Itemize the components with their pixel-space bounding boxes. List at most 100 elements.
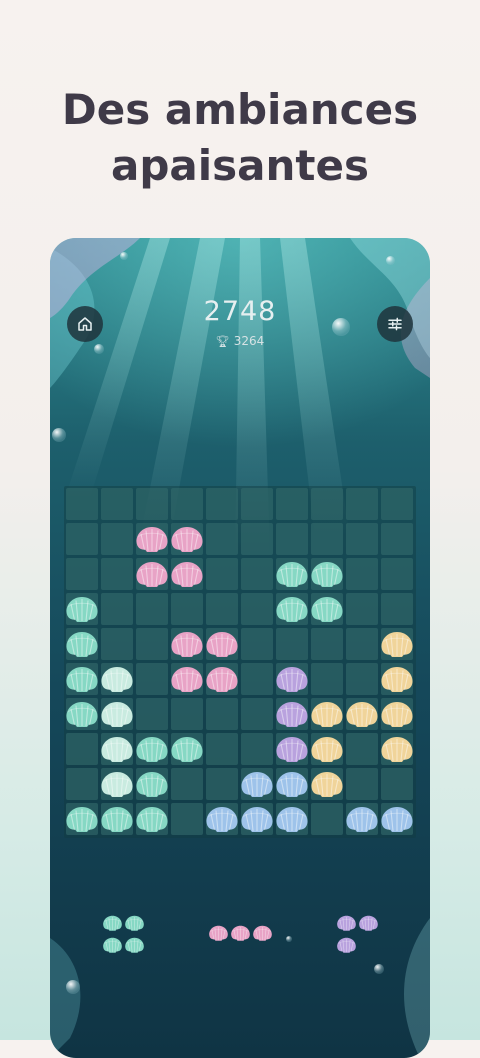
board-cell[interactable] bbox=[380, 767, 413, 800]
teal-shell-block bbox=[310, 594, 344, 624]
board-cell[interactable] bbox=[100, 522, 133, 555]
board-cell[interactable] bbox=[100, 557, 133, 590]
board-cell[interactable] bbox=[170, 592, 203, 625]
current-score: 2748 bbox=[203, 296, 277, 327]
teal-shell-block bbox=[135, 804, 169, 834]
board-cell[interactable] bbox=[170, 767, 203, 800]
pink-shell-block bbox=[252, 924, 273, 942]
board-cell[interactable] bbox=[65, 487, 98, 520]
best-score-value: 3264 bbox=[233, 334, 265, 348]
board-cell[interactable] bbox=[310, 487, 343, 520]
board-cell[interactable] bbox=[65, 522, 98, 555]
board-cell[interactable] bbox=[310, 627, 343, 660]
board-cell[interactable] bbox=[275, 487, 308, 520]
teal-shell-block bbox=[102, 914, 123, 932]
game-screen: 2748 🏆︎ 3264 bbox=[50, 238, 430, 1058]
board-cell[interactable] bbox=[345, 592, 378, 625]
bubble-decoration bbox=[52, 428, 66, 442]
headline-line-2: apaisantes bbox=[111, 141, 369, 190]
game-board[interactable] bbox=[64, 486, 416, 838]
yellow-shell-block bbox=[380, 664, 414, 694]
board-cell[interactable] bbox=[345, 487, 378, 520]
board-cell[interactable] bbox=[170, 697, 203, 730]
pink-shell-block bbox=[170, 524, 204, 554]
board-cell[interactable] bbox=[65, 767, 98, 800]
trophy-icon: 🏆︎ bbox=[215, 335, 230, 348]
board-cell[interactable] bbox=[345, 627, 378, 660]
board-cell[interactable] bbox=[240, 662, 273, 695]
board-cell[interactable] bbox=[275, 627, 308, 660]
headline-line-1: Des ambiances bbox=[61, 85, 419, 134]
bubble-decoration bbox=[120, 252, 128, 260]
board-cell[interactable] bbox=[170, 487, 203, 520]
pink-shell-block bbox=[170, 559, 204, 589]
board-cell[interactable] bbox=[205, 732, 238, 765]
lavender-shell-block bbox=[275, 734, 309, 764]
lavender-shell-block bbox=[336, 914, 357, 932]
teal-shell-block bbox=[135, 769, 169, 799]
teal-shell-block bbox=[65, 629, 99, 659]
board-cell[interactable] bbox=[310, 522, 343, 555]
teal-shell-block bbox=[65, 804, 99, 834]
pink-shell-block bbox=[230, 924, 251, 942]
teal-shell-block bbox=[65, 594, 99, 624]
board-cell[interactable] bbox=[65, 732, 98, 765]
mint-shell-block bbox=[100, 664, 134, 694]
board-cell[interactable] bbox=[135, 697, 168, 730]
board-cell[interactable] bbox=[240, 522, 273, 555]
board-cell[interactable] bbox=[135, 627, 168, 660]
board-cell[interactable] bbox=[240, 732, 273, 765]
teal-shell-block bbox=[100, 804, 134, 834]
mint-shell-block bbox=[100, 734, 134, 764]
board-cell[interactable] bbox=[380, 522, 413, 555]
board-cell[interactable] bbox=[240, 592, 273, 625]
board-cell[interactable] bbox=[205, 767, 238, 800]
pink-shell-block bbox=[205, 664, 239, 694]
teal-shell-block bbox=[102, 936, 123, 954]
board-cell[interactable] bbox=[100, 627, 133, 660]
board-cell[interactable] bbox=[205, 522, 238, 555]
pink-shell-block bbox=[135, 524, 169, 554]
board-cell[interactable] bbox=[310, 662, 343, 695]
board-cell[interactable] bbox=[380, 592, 413, 625]
settings-sliders-icon bbox=[388, 317, 402, 331]
board-cell[interactable] bbox=[205, 487, 238, 520]
settings-button[interactable] bbox=[377, 306, 413, 342]
board-cell[interactable] bbox=[345, 767, 378, 800]
pink-shell-block bbox=[205, 629, 239, 659]
board-cell[interactable] bbox=[345, 557, 378, 590]
board-cell[interactable] bbox=[345, 522, 378, 555]
board-cell[interactable] bbox=[65, 557, 98, 590]
board-cell[interactable] bbox=[240, 487, 273, 520]
teal-shell-block bbox=[275, 559, 309, 589]
board-cell[interactable] bbox=[310, 802, 343, 835]
yellow-shell-block bbox=[380, 629, 414, 659]
board-cell[interactable] bbox=[205, 592, 238, 625]
board-cell[interactable] bbox=[345, 662, 378, 695]
bubble-decoration bbox=[286, 936, 292, 942]
board-cell[interactable] bbox=[240, 557, 273, 590]
bubble-decoration bbox=[386, 256, 395, 265]
lavender-shell-block bbox=[275, 699, 309, 729]
teal-shell-block bbox=[124, 936, 145, 954]
board-cell[interactable] bbox=[100, 487, 133, 520]
board-cell[interactable] bbox=[380, 487, 413, 520]
board-cell[interactable] bbox=[205, 557, 238, 590]
mint-shell-block bbox=[100, 699, 134, 729]
board-cell[interactable] bbox=[135, 662, 168, 695]
lavender-shell-block bbox=[358, 914, 379, 932]
board-cell[interactable] bbox=[205, 697, 238, 730]
board-cell[interactable] bbox=[240, 627, 273, 660]
teal-shell-block bbox=[65, 699, 99, 729]
board-cell[interactable] bbox=[135, 487, 168, 520]
board-cell[interactable] bbox=[380, 557, 413, 590]
board-cell[interactable] bbox=[240, 697, 273, 730]
yellow-shell-block bbox=[310, 769, 344, 799]
blue-shell-block bbox=[380, 804, 414, 834]
board-cell[interactable] bbox=[275, 522, 308, 555]
yellow-shell-block bbox=[380, 699, 414, 729]
board-cell[interactable] bbox=[135, 592, 168, 625]
board-cell[interactable] bbox=[345, 732, 378, 765]
board-cell[interactable] bbox=[170, 802, 203, 835]
board-cell[interactable] bbox=[100, 592, 133, 625]
